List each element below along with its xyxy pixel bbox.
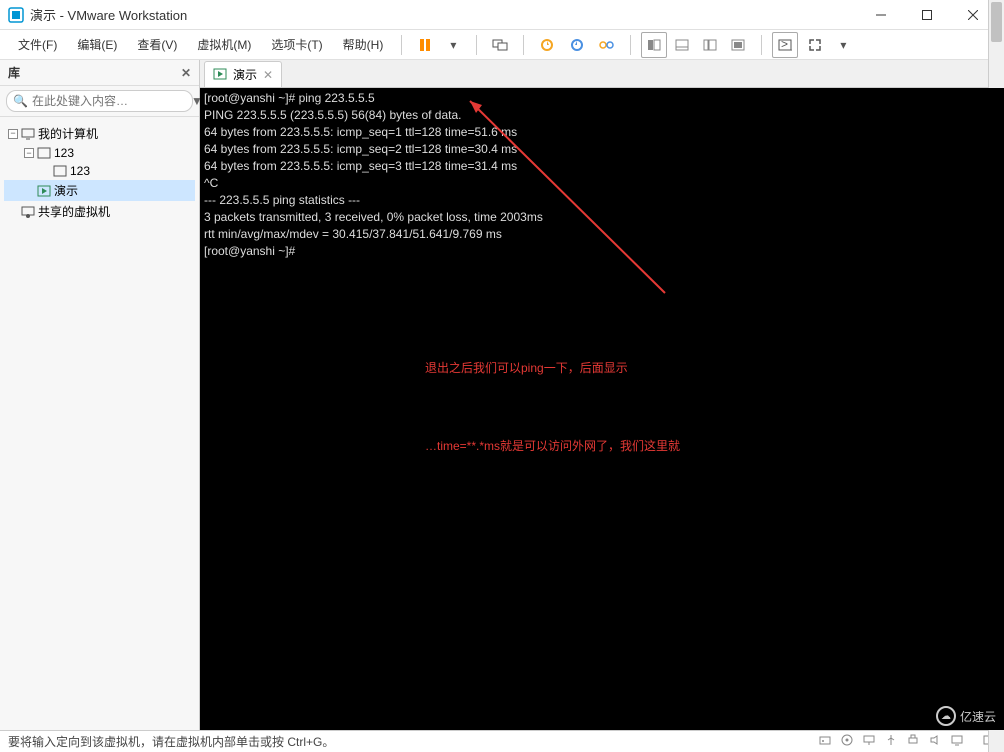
- vm-icon: [37, 146, 51, 160]
- svg-text:>_: >_: [781, 39, 792, 51]
- search-input[interactable]: [32, 94, 187, 108]
- fullscreen-button[interactable]: [802, 32, 828, 58]
- tab-close-icon[interactable]: ✕: [263, 68, 273, 82]
- menubar: 文件(F) 编辑(E) 查看(V) 虚拟机(M) 选项卡(T) 帮助(H) ▾ …: [0, 30, 1004, 60]
- window-title: 演示 - VMware Workstation: [30, 5, 858, 24]
- computer-icon: [21, 127, 35, 141]
- sound-icon[interactable]: [928, 733, 942, 750]
- content-area: 演示 ✕ [root@yanshi ~]# ping 223.5.5.5 PIN…: [200, 60, 1004, 730]
- dropdown-icon[interactable]: ▾: [830, 32, 856, 58]
- manage-snapshots-button[interactable]: [594, 32, 620, 58]
- revert-snapshot-button[interactable]: [564, 32, 590, 58]
- library-title: 库: [8, 64, 20, 81]
- printer-icon[interactable]: [906, 733, 920, 750]
- tab-label: 演示: [233, 66, 257, 83]
- tree-folder-123[interactable]: − 123: [4, 144, 195, 162]
- collapse-icon[interactable]: −: [8, 129, 18, 139]
- send-ctrl-alt-del-button[interactable]: [487, 32, 513, 58]
- menu-file[interactable]: 文件(F): [10, 32, 65, 57]
- display-icon[interactable]: [950, 733, 964, 750]
- status-device-icons: [818, 733, 996, 750]
- tree-label: 123: [70, 164, 90, 178]
- status-message: 要将输入定向到该虚拟机，请在虚拟机内部单击或按 Ctrl+G。: [8, 733, 334, 750]
- separator: [761, 35, 762, 55]
- pause-button[interactable]: [412, 32, 438, 58]
- vm-console-terminal[interactable]: [root@yanshi ~]# ping 223.5.5.5 PING 223…: [200, 88, 1004, 730]
- search-box[interactable]: 🔍 ▼: [6, 90, 193, 112]
- vm-running-icon: [37, 184, 51, 198]
- snapshot-button[interactable]: [534, 32, 560, 58]
- menu-view[interactable]: 查看(V): [129, 32, 185, 57]
- search-icon: 🔍: [13, 94, 28, 108]
- tab-demo[interactable]: 演示 ✕: [204, 61, 282, 87]
- tree-label: 演示: [54, 182, 78, 199]
- main-area: 库 ✕ 🔍 ▼ − 我的计算机 − 123 1: [0, 60, 1004, 730]
- watermark-text: 亿速云: [960, 708, 996, 725]
- search-row: 🔍 ▼: [0, 86, 199, 117]
- tree-vm-demo[interactable]: 演示: [4, 180, 195, 201]
- close-library-icon[interactable]: ✕: [181, 66, 191, 80]
- view-quick-switch-button[interactable]: [697, 32, 723, 58]
- maximize-button[interactable]: [904, 0, 950, 30]
- library-tree: − 我的计算机 − 123 123 演示 共享的: [0, 117, 199, 228]
- view-console-button[interactable]: [669, 32, 695, 58]
- network-icon[interactable]: [862, 733, 876, 750]
- menu-edit[interactable]: 编辑(E): [69, 32, 125, 57]
- statusbar: 要将输入定向到该虚拟机，请在虚拟机内部单击或按 Ctrl+G。: [0, 730, 1004, 752]
- tree-vm-123[interactable]: 123: [4, 162, 195, 180]
- minimize-button[interactable]: [858, 0, 904, 30]
- watermark: ☁ 亿速云: [936, 706, 996, 726]
- vm-icon: [53, 164, 67, 178]
- menu-vm[interactable]: 虚拟机(M): [189, 32, 259, 57]
- window-controls: [858, 0, 996, 30]
- scrollbar-thumb[interactable]: [991, 2, 1002, 42]
- annotation-text: 退出之后我们可以ping一下，后面显示 …time=**.*ms就是可以访问外网…: [425, 303, 680, 511]
- menu-tabs[interactable]: 选项卡(T): [263, 32, 330, 57]
- tree-shared-vms[interactable]: 共享的虚拟机: [4, 201, 195, 222]
- tree-my-computer[interactable]: − 我的计算机: [4, 123, 195, 144]
- vm-running-icon: [213, 68, 227, 82]
- console-view-button[interactable]: >_: [772, 32, 798, 58]
- menu-help[interactable]: 帮助(H): [335, 32, 392, 57]
- tree-label: 共享的虚拟机: [38, 203, 110, 220]
- separator: [630, 35, 631, 55]
- tree-label: 123: [54, 146, 74, 160]
- vmware-app-icon: [8, 7, 24, 23]
- tree-label: 我的计算机: [38, 125, 98, 142]
- library-header: 库 ✕: [0, 60, 199, 86]
- view-single-button[interactable]: [641, 32, 667, 58]
- usb-icon[interactable]: [884, 733, 898, 750]
- view-unity-button[interactable]: [725, 32, 751, 58]
- cd-icon[interactable]: [840, 733, 854, 750]
- hard-disk-icon[interactable]: [818, 733, 832, 750]
- separator: [401, 35, 402, 55]
- library-sidebar: 库 ✕ 🔍 ▼ − 我的计算机 − 123 1: [0, 60, 200, 730]
- watermark-cloud-icon: ☁: [936, 706, 956, 726]
- tabbar: 演示 ✕: [200, 60, 1004, 88]
- shared-vm-icon: [21, 205, 35, 219]
- separator: [523, 35, 524, 55]
- collapse-icon[interactable]: −: [24, 148, 34, 158]
- titlebar: 演示 - VMware Workstation: [0, 0, 1004, 30]
- dropdown-icon[interactable]: ▾: [440, 32, 466, 58]
- separator: [476, 35, 477, 55]
